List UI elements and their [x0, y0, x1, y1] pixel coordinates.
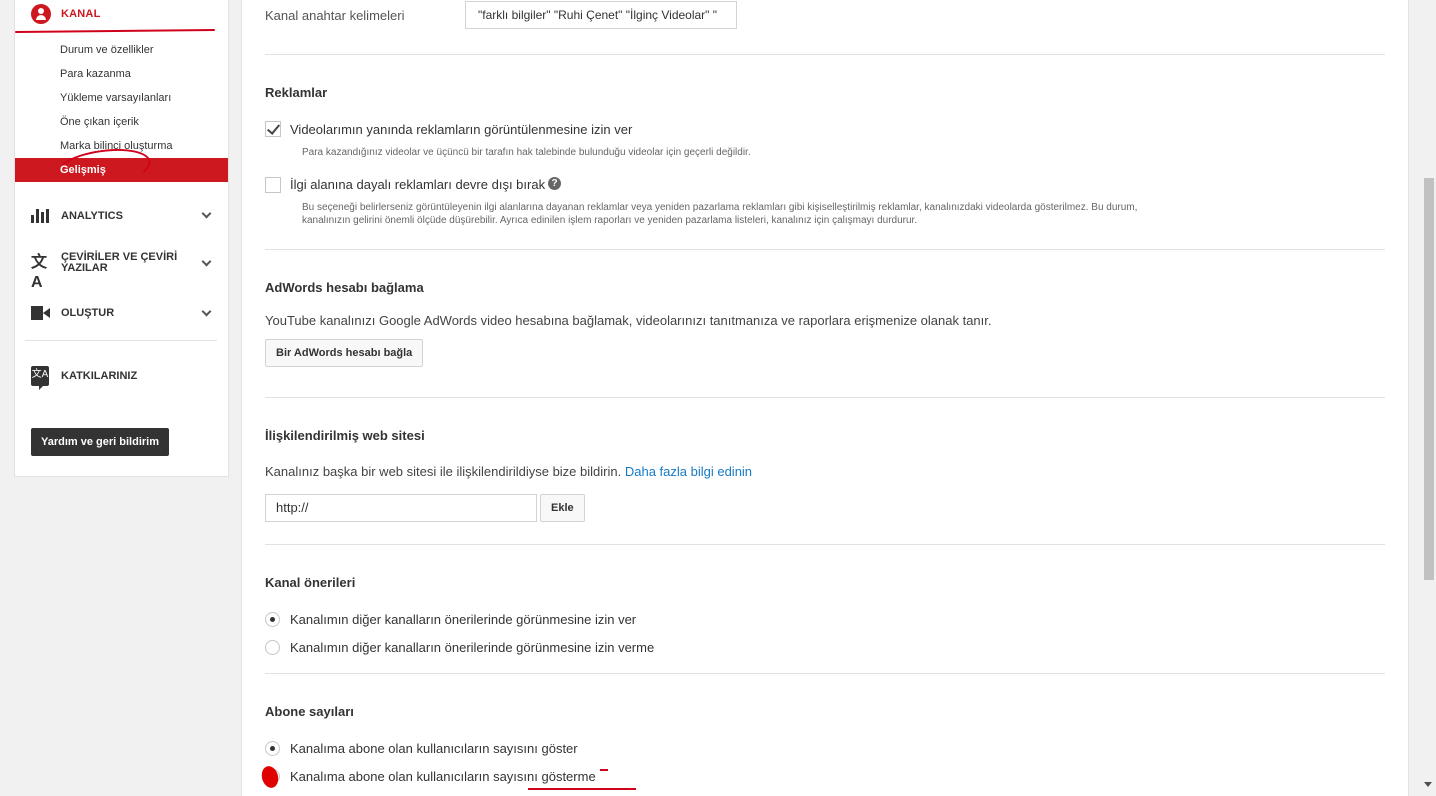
divider	[265, 544, 1385, 545]
nav-channel[interactable]: KANAL	[15, 0, 228, 28]
help-icon[interactable]: ?	[548, 177, 562, 190]
website-desc: Kanalınız başka bir web sitesi ile ilişk…	[265, 464, 622, 479]
video-camera-icon	[31, 306, 50, 320]
nav-create[interactable]: OLUŞTUR	[15, 288, 228, 338]
recommendations-deny-label: Kanalımın diğer kanalların önerilerinde …	[290, 640, 655, 655]
adwords-title: AdWords hesabı bağlama	[265, 280, 424, 295]
ads-title: Reklamlar	[265, 85, 328, 100]
sidebar-item-branding[interactable]: Marka bilinci oluşturma	[15, 134, 228, 158]
ads-allow-checkbox[interactable]	[265, 121, 281, 137]
learn-more-link[interactable]: Daha fazla bilgi edinin	[625, 464, 752, 479]
nav-contributions[interactable]: 文A KATKILARINIZ	[15, 351, 228, 401]
ads-interest-row: İlgi alanına dayalı reklamları devre dış…	[290, 177, 562, 192]
chevron-down-icon	[201, 208, 212, 219]
nav-contributions-label: KATKILARINIZ	[61, 369, 138, 382]
nav-create-label: OLUŞTUR	[61, 306, 115, 319]
nav-translations-label: ÇEVİRİLER VE ÇEVİRİ YAZILAR	[61, 251, 178, 274]
website-url-input[interactable]: http://	[265, 494, 537, 522]
sidebar-item-upload-defaults[interactable]: Yükleme varsayılanları	[15, 86, 228, 110]
subscribers-title: Abone sayıları	[265, 704, 354, 719]
website-desc-row: Kanalınız başka bir web sitesi ile ilişk…	[265, 464, 752, 479]
contributions-icon: 文A	[31, 366, 49, 390]
recommendations-title: Kanal önerileri	[265, 575, 356, 590]
channel-sub-list: Durum ve özellikler Para kazanma Yükleme…	[15, 38, 228, 193]
chevron-down-icon	[201, 306, 212, 317]
annotation-dash	[600, 769, 608, 771]
bar-chart-icon	[31, 209, 49, 223]
sidebar-item-advanced-label: Gelişmiş	[60, 164, 106, 176]
translate-icon: 文A	[31, 254, 48, 291]
sidebar-item-advanced[interactable]: Gelişmiş	[15, 143, 228, 193]
nav-channel-label: KANAL	[61, 8, 101, 20]
ads-interest-label: İlgi alanına dayalı reklamları devre dış…	[290, 177, 546, 192]
divider	[265, 249, 1385, 250]
ads-interest-desc-2: kanalınızın gelirini önemli ölçüde düşür…	[302, 215, 918, 226]
ads-interest-desc-1: Bu seçeneği belirlerseniz görüntüleyenin…	[302, 202, 1138, 213]
ads-allow-label: Videolarımın yanında reklamların görüntü…	[290, 122, 633, 137]
sidebar-item-monetization[interactable]: Para kazanma	[15, 62, 228, 86]
divider	[265, 397, 1385, 398]
nav-analytics[interactable]: ANALYTICS	[15, 194, 228, 238]
link-adwords-button[interactable]: Bir AdWords hesabı bağla	[265, 339, 424, 367]
chevron-down-icon	[201, 256, 212, 267]
recommendations-allow-radio[interactable]	[265, 612, 280, 627]
sidebar: KANAL Durum ve özellikler Para kazanma Y…	[14, 0, 229, 477]
add-website-button[interactable]: Ekle	[540, 494, 585, 522]
settings-panel: Kanal anahtar kelimeleri "farklı bilgile…	[241, 0, 1409, 796]
scroll-down-arrow-icon[interactable]	[1424, 782, 1432, 787]
sidebar-item-featured[interactable]: Öne çıkan içerik	[15, 110, 228, 134]
adwords-desc: YouTube kanalınızı Google AdWords video …	[265, 313, 992, 328]
subscribers-show-label: Kanalıma abone olan kullanıcıların sayıs…	[290, 741, 578, 756]
divider	[265, 673, 1385, 674]
sidebar-item-status[interactable]: Durum ve özellikler	[15, 38, 228, 62]
ads-interest-checkbox[interactable]	[265, 177, 281, 193]
keywords-row: Kanal anahtar kelimeleri "farklı bilgile…	[265, 1, 737, 29]
divider	[265, 54, 1385, 55]
subscribers-show-radio[interactable]	[265, 741, 280, 756]
recommendations-deny-radio[interactable]	[265, 640, 280, 655]
help-feedback-button[interactable]: Yardım ve geri bildirim	[31, 428, 169, 456]
subscribers-hide-label: Kanalıma abone olan kullanıcıların sayıs…	[290, 769, 596, 784]
annotation-underline	[528, 788, 636, 790]
nav-analytics-label: ANALYTICS	[61, 209, 123, 222]
account-circle-icon	[31, 4, 51, 24]
recommendations-allow-label: Kanalımın diğer kanalların önerilerinde …	[290, 612, 637, 627]
annotation-underline	[14, 28, 216, 34]
website-title: İlişkilendirilmiş web sitesi	[265, 428, 425, 443]
keywords-input[interactable]: "farklı bilgiler" "Ruhi Çenet" "İlginç V…	[465, 1, 737, 29]
sidebar-divider	[25, 340, 217, 341]
ads-allow-desc: Para kazandığınız videolar ve üçüncü bir…	[302, 147, 751, 158]
keywords-label: Kanal anahtar kelimeleri	[265, 7, 405, 23]
scrollbar-thumb[interactable]	[1424, 178, 1434, 580]
nav-translations[interactable]: 文A ÇEVİRİLER VE ÇEVİRİ YAZILAR	[15, 238, 228, 291]
